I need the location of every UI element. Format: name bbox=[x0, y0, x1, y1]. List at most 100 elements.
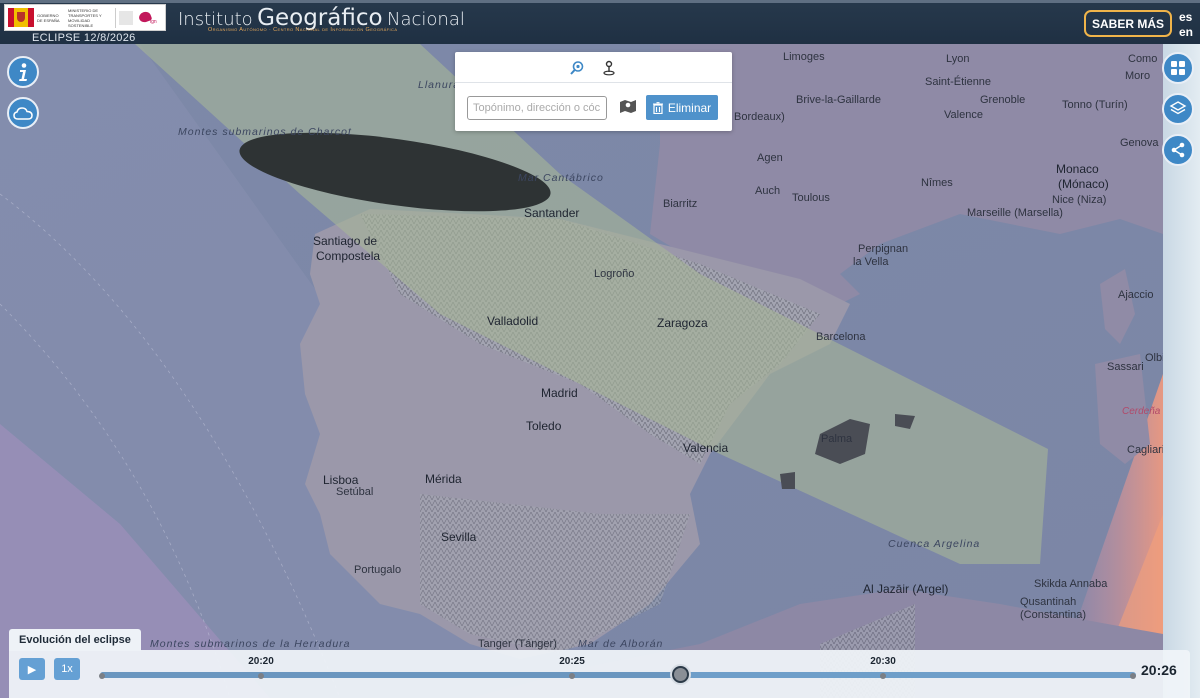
label-limoges: Limoges bbox=[783, 51, 825, 63]
label-palma: Palma bbox=[821, 433, 853, 445]
label-nimes: Nîmes bbox=[921, 177, 953, 189]
label-biarritz: Biarritz bbox=[663, 198, 698, 210]
basemap-button[interactable] bbox=[1162, 52, 1194, 84]
grid-icon bbox=[1171, 61, 1185, 75]
label-agen: Agen bbox=[757, 152, 783, 164]
logo-separator bbox=[115, 7, 116, 28]
label-constantina: (Constantina) bbox=[1020, 609, 1087, 621]
label-monaco: Monaco bbox=[1056, 162, 1099, 176]
pick-on-map-button[interactable] bbox=[619, 97, 637, 115]
search-input[interactable] bbox=[467, 96, 607, 120]
label-tanger: Tanger (Tánger) bbox=[478, 638, 557, 650]
label-la-vella: la Vella bbox=[853, 256, 889, 268]
timeline-tick-end bbox=[1130, 673, 1136, 679]
label-logrono: Logroño bbox=[594, 268, 635, 280]
label-madrid: Madrid bbox=[541, 386, 578, 400]
label-como: Como bbox=[1128, 53, 1158, 65]
label-nice: Nice (Niza) bbox=[1052, 194, 1107, 206]
header-top-border bbox=[0, 0, 1200, 3]
map-marker-icon bbox=[620, 100, 636, 113]
trash-icon bbox=[652, 101, 663, 114]
label-bordeaux: Bordeaux) bbox=[734, 111, 785, 123]
label-saint-etienne: Saint-Étienne bbox=[925, 76, 992, 88]
search-place-tab[interactable] bbox=[569, 60, 585, 76]
current-time-label: 20:26 bbox=[1141, 662, 1177, 678]
coat-of-arms-icon bbox=[8, 6, 34, 29]
info-icon bbox=[19, 63, 27, 81]
timeline-label-2030: 20:30 bbox=[870, 656, 896, 667]
share-button[interactable] bbox=[1162, 134, 1194, 166]
timeline-tick-2020 bbox=[258, 673, 264, 679]
app-header: GOBIERNO DE ESPAÑA MINISTERIO DE TRANSPO… bbox=[0, 0, 1200, 44]
label-sassari: Sassari bbox=[1107, 361, 1144, 373]
eclipse-map[interactable]: Llanura Montes submarinos de Charcot Mar… bbox=[0, 44, 1200, 698]
label-toulouse: Toulous bbox=[792, 192, 830, 204]
play-button[interactable]: ▶ bbox=[19, 658, 45, 680]
language-en-link[interactable]: en bbox=[1179, 25, 1193, 39]
label-sevilla: Sevilla bbox=[441, 530, 477, 544]
government-logo[interactable]: GOBIERNO DE ESPAÑA MINISTERIO DE TRANSPO… bbox=[4, 4, 166, 31]
search-tabs bbox=[455, 52, 732, 83]
label-cuenca-argelina: Cuenca Argelina bbox=[888, 538, 981, 550]
share-icon bbox=[1171, 142, 1185, 158]
eclipse-evolution-title: Evolución del eclipse bbox=[9, 629, 141, 651]
label-compostela: Compostela bbox=[316, 249, 381, 263]
search-coordinates-tab[interactable] bbox=[601, 60, 617, 76]
label-perpignan: Perpignan bbox=[858, 243, 909, 255]
timeline-label-2020: 20:20 bbox=[248, 656, 274, 667]
timeline-tick-2025 bbox=[569, 673, 575, 679]
label-lyon: Lyon bbox=[946, 53, 970, 65]
location-pin-icon bbox=[603, 60, 615, 76]
timeline-progress-fill bbox=[100, 672, 681, 678]
label-skikda-annaba: Skikda Annaba bbox=[1034, 578, 1108, 590]
label-mar-cantabrico: Mar Cantábrico bbox=[518, 172, 604, 184]
title-word-nacional: Nacional bbox=[387, 9, 465, 30]
timeline-tick-2030 bbox=[880, 673, 886, 679]
language-es-link[interactable]: es bbox=[1179, 10, 1192, 24]
timeline-tick-start bbox=[99, 673, 105, 679]
label-cerdena: Cerdeña bbox=[1122, 406, 1161, 417]
label-lisboa: Lisboa bbox=[323, 473, 359, 487]
label-monaco-es: (Mónaco) bbox=[1058, 177, 1109, 191]
timeline-track[interactable] bbox=[100, 672, 1136, 678]
label-auch: Auch bbox=[755, 185, 781, 197]
delete-button[interactable]: Eliminar bbox=[646, 95, 718, 120]
layers-button[interactable] bbox=[1162, 93, 1194, 125]
label-alger: Al Jazāir (Argel) bbox=[863, 582, 949, 596]
weather-button[interactable] bbox=[7, 97, 39, 129]
institute-mini-logo-icon bbox=[119, 10, 133, 25]
label-marseille: Marseille (Marsella) bbox=[967, 207, 1063, 219]
label-portugalo: Portugalo bbox=[354, 564, 402, 576]
label-torino: Tonno (Turín) bbox=[1062, 99, 1128, 111]
label-llanura: Llanura bbox=[418, 79, 461, 91]
label-valencia: Valencia bbox=[683, 441, 729, 455]
cloud-icon bbox=[13, 107, 33, 120]
saber-mas-button[interactable]: SABER MÁS bbox=[1084, 10, 1172, 37]
label-valence: Valence bbox=[944, 109, 983, 121]
label-ajaccio: Ajaccio bbox=[1118, 289, 1154, 301]
label-moro: Moro bbox=[1125, 70, 1151, 82]
label-brive: Brive-la-Gaillarde bbox=[796, 94, 881, 106]
search-icon bbox=[570, 61, 584, 75]
eclipse-date-label: ECLIPSE 12/8/2026 bbox=[32, 32, 136, 44]
label-santander: Santander bbox=[524, 206, 580, 220]
ign-logo-text: ign bbox=[150, 18, 157, 25]
info-button[interactable] bbox=[7, 56, 39, 88]
label-zaragoza: Zaragoza bbox=[657, 316, 708, 330]
speed-button[interactable]: 1x bbox=[54, 658, 80, 680]
ign-subtitle: Organismo Autónomo · Centro Nacional de … bbox=[208, 27, 398, 33]
label-merida: Mérida bbox=[425, 472, 462, 486]
ibiza-land bbox=[780, 472, 795, 489]
label-genova: Genova bbox=[1120, 137, 1159, 149]
label-qusantinah: Qusantinah bbox=[1020, 596, 1077, 608]
label-santiago: Santiago de bbox=[313, 234, 378, 248]
label-mar-alboran: Mar de Alborán bbox=[578, 638, 664, 650]
label-grenoble: Grenoble bbox=[980, 94, 1026, 106]
label-valladolid: Valladolid bbox=[487, 314, 539, 328]
label-barcelona: Barcelona bbox=[816, 331, 866, 343]
label-setubal: Setúbal bbox=[336, 486, 374, 498]
layers-icon bbox=[1169, 101, 1187, 115]
ign-logo-icon: ign bbox=[137, 9, 159, 26]
label-toledo: Toledo bbox=[526, 419, 562, 433]
search-panel: Eliminar bbox=[455, 52, 732, 131]
